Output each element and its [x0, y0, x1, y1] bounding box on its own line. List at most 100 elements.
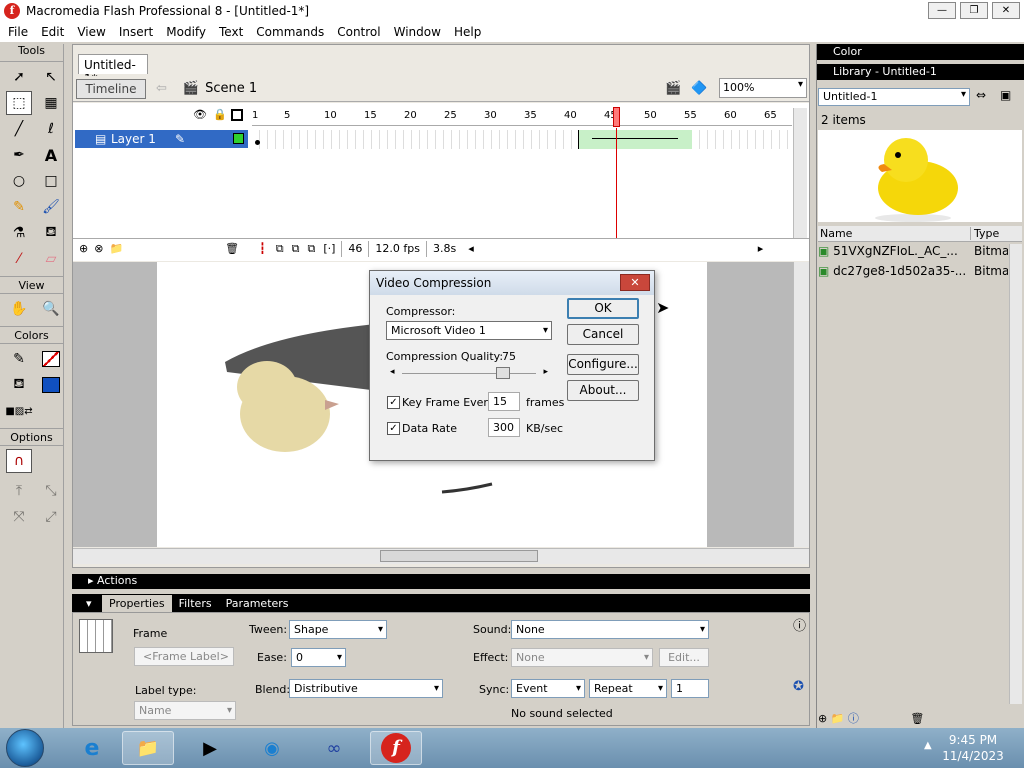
properties-icon[interactable]: ⓘ [848, 712, 859, 725]
modify-markers-icon[interactable]: [·] [323, 242, 335, 255]
timeline-vscroll[interactable] [793, 108, 807, 238]
datarate-input[interactable]: 300 [488, 418, 520, 437]
close-button[interactable]: ✕ [992, 2, 1020, 19]
zoom-select[interactable]: 100% [719, 78, 807, 98]
tween-span[interactable] [578, 130, 692, 149]
text-tool-icon[interactable]: A [38, 143, 64, 167]
brush-tool-icon[interactable]: 🖌 [38, 195, 64, 219]
keyframe-dot[interactable] [255, 140, 260, 145]
frame-ruler[interactable]: 1 5 10 15 20 25 30 35 40 45 50 55 60 65 [252, 108, 792, 126]
frame-strip[interactable] [252, 130, 792, 149]
quality-slider[interactable]: ◂ ▸ [390, 367, 548, 381]
slider-thumb[interactable] [495, 367, 510, 379]
stroke-color-icon[interactable]: ✎ [6, 347, 32, 371]
eyedropper-tool-icon[interactable]: ⁄ [6, 247, 32, 271]
delete-layer-icon[interactable]: 🗑 [225, 242, 239, 255]
edit-multiple-icon[interactable]: ⧉ [307, 242, 315, 256]
pencil-tool-icon[interactable]: ✎ [6, 195, 32, 219]
scroll-right-icon[interactable]: ▸ [758, 242, 764, 255]
dialog-close-button[interactable]: ✕ [620, 274, 650, 291]
menu-insert[interactable]: Insert [111, 25, 158, 39]
onion-outline-icon[interactable]: ⧉ [292, 242, 300, 256]
back-arrow-icon[interactable]: ⇦ [156, 81, 167, 96]
actions-panel-bar[interactable]: ▸ Actions [72, 574, 810, 589]
onion-skin-icon[interactable]: ⧉ [276, 242, 284, 256]
slider-left-arrow-icon[interactable]: ◂ [390, 367, 395, 377]
center-frame-icon[interactable]: ┇ [259, 242, 266, 255]
delete-item-icon[interactable]: 🗑 [910, 712, 924, 725]
line-tool-icon[interactable]: ╱ [6, 117, 32, 141]
restore-button[interactable]: ❐ [960, 2, 988, 19]
name-column-header[interactable]: Name [820, 227, 852, 240]
pen-tool-icon[interactable]: ✒ [6, 143, 32, 167]
lock-icon[interactable]: 🔒 [213, 108, 227, 121]
infinity-app-icon[interactable]: ∞ [308, 731, 360, 765]
accessibility-icon[interactable]: ✪ [793, 679, 804, 694]
lasso-tool-icon[interactable]: ℓ [38, 117, 64, 141]
ok-button[interactable]: OK [567, 298, 639, 319]
edit-scene-icon[interactable]: 🎬 [665, 81, 681, 96]
color-panel-header[interactable]: Color [817, 44, 1024, 60]
repeat-select[interactable]: Repeat [589, 679, 667, 698]
frame-label-input[interactable]: <Frame Label> [134, 647, 234, 666]
gradient-transform-tool-icon[interactable]: ▦ [38, 91, 64, 115]
new-folder-icon[interactable]: 📁 [831, 712, 845, 725]
menu-file[interactable]: File [0, 25, 33, 39]
tab-filters[interactable]: Filters [172, 595, 219, 612]
collapse-arrow-icon[interactable]: ▾ [86, 597, 92, 610]
clock[interactable]: 9:45 PM 11/4/2023 [936, 732, 1010, 764]
menu-view[interactable]: View [69, 25, 110, 39]
flash-taskbar-icon[interactable]: f [370, 731, 422, 765]
configure-button[interactable]: Configure... [567, 354, 639, 375]
paint-bucket-tool-icon[interactable]: ⛾ [38, 221, 64, 245]
timeline-toggle-button[interactable]: Timeline [76, 78, 146, 99]
tab-properties[interactable]: Properties [102, 594, 172, 612]
eye-icon[interactable]: 👁 [193, 108, 207, 121]
stroke-color-swatch[interactable] [38, 347, 64, 371]
library-vscroll[interactable] [1009, 244, 1022, 704]
tween-select[interactable]: Shape [289, 620, 387, 639]
ink-bottle-tool-icon[interactable]: ⚗ [6, 221, 32, 245]
sync-select[interactable]: Event [511, 679, 585, 698]
cancel-button[interactable]: Cancel [567, 324, 639, 345]
fill-color-icon[interactable]: ⛾ [6, 373, 32, 397]
eraser-tool-icon[interactable]: ▱ [38, 247, 64, 271]
chrome-icon[interactable]: ◉ [246, 731, 298, 765]
media-player-icon[interactable]: ▶ [184, 731, 236, 765]
rectangle-tool-icon[interactable]: □ [38, 169, 64, 193]
menu-edit[interactable]: Edit [33, 25, 69, 39]
type-column-header[interactable]: Type [970, 227, 999, 240]
keyframe-input[interactable]: 15 [488, 392, 520, 411]
add-guide-icon[interactable]: ⊗ [94, 242, 103, 255]
about-button[interactable]: About... [567, 380, 639, 401]
edit-symbols-icon[interactable]: 🔷 [691, 81, 707, 96]
fill-color-swatch[interactable] [38, 373, 64, 397]
menu-commands[interactable]: Commands [248, 25, 329, 39]
start-button[interactable] [6, 729, 44, 767]
tab-parameters[interactable]: Parameters [219, 595, 296, 612]
stage-hscroll-thumb[interactable] [380, 550, 538, 562]
layer-row[interactable]: ▤ Layer 1 ✎ [75, 130, 248, 148]
library-select[interactable]: Untitled-1 [818, 88, 970, 106]
menu-control[interactable]: Control [329, 25, 385, 39]
swap-colors-icon[interactable]: ■▨⇄ [5, 399, 32, 423]
hand-tool-icon[interactable]: ✋ [6, 297, 32, 321]
keyframe-checkbox[interactable]: ✓ [387, 396, 400, 409]
subselection-tool-icon[interactable]: ↖ [38, 65, 64, 89]
menu-modify[interactable]: Modify [158, 25, 211, 39]
new-symbol-icon[interactable]: ⊕ [818, 712, 827, 725]
slider-right-arrow-icon[interactable]: ▸ [543, 367, 548, 377]
free-transform-tool-icon[interactable]: ⬚ [6, 91, 32, 115]
snap-to-objects-icon[interactable]: ∩ [6, 449, 32, 473]
oval-tool-icon[interactable]: ○ [6, 169, 32, 193]
ease-input[interactable]: 0 [291, 648, 346, 667]
scroll-left-icon[interactable]: ◂ [468, 242, 474, 255]
help-icon[interactable]: ⓘ [793, 615, 806, 634]
zoom-tool-icon[interactable]: 🔍 [38, 297, 64, 321]
new-library-panel-icon[interactable]: ▣ [1000, 88, 1011, 102]
add-layer-icon[interactable]: ⊕ [79, 242, 88, 255]
compressor-select[interactable]: Microsoft Video 1 [386, 321, 552, 340]
blend-select[interactable]: Distributive [289, 679, 443, 698]
menu-text[interactable]: Text [211, 25, 248, 39]
outline-icon[interactable] [231, 109, 243, 121]
